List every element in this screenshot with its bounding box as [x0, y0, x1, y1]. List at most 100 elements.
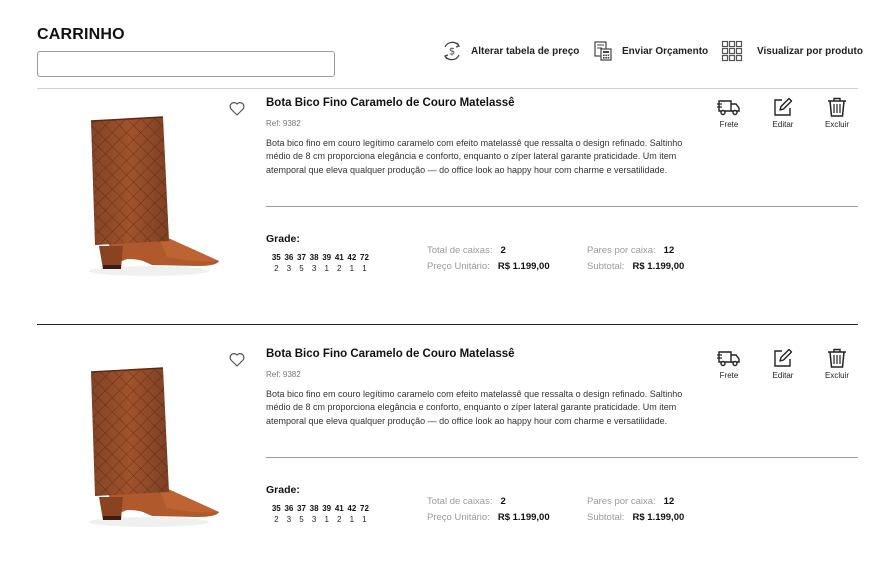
size-cell: 35	[271, 253, 281, 262]
size-cell: 41	[334, 253, 344, 262]
delete-button[interactable]: Excluir	[817, 97, 857, 129]
total-boxes-value: 2	[500, 496, 506, 507]
item-actions: Frete Editar Excluir	[709, 97, 858, 137]
change-price-table-label: Alterar tabela de preço	[471, 45, 580, 57]
product-description: Bota bico fino em couro legítimo caramel…	[266, 138, 683, 175]
delete-label: Excluir	[824, 120, 849, 129]
freight-label: Frete	[719, 371, 739, 380]
pairs-per-box: Pares por caixa: 12	[587, 245, 674, 256]
edit-button[interactable]: Editar	[763, 348, 803, 380]
grid-icon	[721, 40, 743, 62]
size-cell: 41	[334, 504, 344, 513]
size-cell: 39	[322, 253, 332, 262]
size-cell: 38	[309, 253, 319, 262]
view-by-product-label: Visualizar por produto	[757, 45, 863, 57]
grade-table: 35 36 37 38 39 41 42 72 2 3 5 3 1 2 1 1	[270, 252, 371, 274]
qty-cell: 3	[311, 515, 317, 524]
delete-label: Excluir	[824, 371, 849, 380]
heart-icon[interactable]	[229, 101, 245, 116]
cart-page: CARRINHO $ Alterar tabela de preço Envia…	[0, 0, 895, 571]
subtotal: Subtotal: R$ 1.199,00	[587, 261, 684, 272]
size-cell: 72	[360, 253, 369, 262]
product-image	[89, 367, 219, 527]
subtotal-label: Subtotal:	[587, 261, 625, 272]
subtotal: Subtotal: R$ 1.199,00	[587, 512, 684, 523]
edit-icon	[774, 348, 793, 367]
qty-cell: 1	[324, 264, 329, 273]
qty-cell: 3	[286, 515, 292, 524]
pairs-per-box-value: 12	[663, 245, 675, 256]
total-boxes-label: Total de caixas:	[427, 245, 493, 256]
product-name[interactable]: Bota Bico Fino Caramelo de Couro Matelas…	[266, 97, 515, 109]
edit-button[interactable]: Editar	[763, 97, 803, 129]
freight-button[interactable]: Frete	[709, 348, 749, 380]
view-by-product-button[interactable]: Visualizar por produto	[721, 38, 863, 64]
qty-cell: 5	[299, 264, 304, 273]
truck-icon	[717, 351, 740, 367]
qty-cell: 3	[286, 264, 292, 273]
total-boxes-value: 2	[500, 245, 506, 256]
cart-item: Bota Bico Fino Caramelo de Couro Matelas…	[37, 340, 858, 570]
item-divider	[37, 324, 858, 325]
size-cell: 36	[284, 253, 294, 262]
product-name[interactable]: Bota Bico Fino Caramelo de Couro Matelas…	[266, 348, 515, 360]
pairs-per-box-value: 12	[663, 496, 675, 507]
product-ref: Ref: 9382	[266, 119, 301, 128]
qty-cell: 1	[349, 264, 355, 273]
calculator-document-icon	[594, 41, 612, 61]
product-description: Bota bico fino em couro legítimo caramel…	[266, 389, 683, 426]
size-cell: 39	[322, 504, 332, 513]
size-cell: 42	[347, 253, 357, 262]
heart-icon[interactable]	[229, 352, 245, 367]
currency-refresh-icon: $	[443, 41, 461, 61]
edit-label: Editar	[772, 371, 794, 380]
grade-title: Grade:	[266, 484, 300, 496]
item-rule	[266, 206, 858, 207]
pairs-per-box-label: Pares por caixa:	[587, 496, 656, 507]
search-input[interactable]	[37, 51, 335, 77]
qty-cell: 2	[337, 264, 342, 273]
trash-icon	[828, 348, 846, 368]
send-quote-button[interactable]: Enviar Orçamento	[592, 38, 708, 64]
send-quote-label: Enviar Orçamento	[622, 45, 709, 57]
grade-quantities-row: 2 3 5 3 1 2 1 1	[270, 514, 371, 525]
product-image	[89, 116, 219, 276]
grade-quantities-row: 2 3 5 3 1 2 1 1	[270, 263, 371, 274]
page-title: CARRINHO	[37, 26, 125, 43]
freight-label: Frete	[719, 120, 739, 129]
qty-cell: 3	[311, 264, 317, 273]
unit-price: Preço Unitário: R$ 1.199,00	[427, 512, 550, 523]
qty-cell: 5	[299, 515, 304, 524]
pairs-per-box: Pares por caixa: 12	[587, 496, 674, 507]
size-cell: 42	[347, 504, 357, 513]
grade-sizes-row: 35 36 37 38 39 41 42 72	[270, 252, 371, 263]
item-rule	[266, 457, 858, 458]
size-cell: 37	[297, 253, 306, 262]
grade-table: 35 36 37 38 39 41 42 72 2 3 5 3 1 2 1 1	[270, 503, 371, 525]
subtotal-label: Subtotal:	[587, 512, 625, 523]
unit-price-label: Preço Unitário:	[427, 261, 490, 272]
edit-icon	[774, 97, 793, 116]
size-cell: 35	[271, 504, 281, 513]
size-cell: 72	[360, 504, 369, 513]
delete-button[interactable]: Excluir	[817, 348, 857, 380]
change-price-table-button[interactable]: $ Alterar tabela de preço	[441, 38, 579, 64]
unit-price-label: Preço Unitário:	[427, 512, 490, 523]
qty-cell: 2	[274, 515, 279, 524]
size-cell: 37	[297, 504, 306, 513]
grade-title: Grade:	[266, 233, 300, 245]
pairs-per-box-label: Pares por caixa:	[587, 245, 656, 256]
size-cell: 36	[284, 504, 294, 513]
freight-button[interactable]: Frete	[709, 97, 749, 129]
qty-cell: 2	[337, 515, 342, 524]
unit-price-value: R$ 1.199,00	[497, 261, 550, 272]
unit-price: Preço Unitário: R$ 1.199,00	[427, 261, 550, 272]
svg-text:$: $	[449, 47, 455, 58]
total-boxes-label: Total de caixas:	[427, 496, 493, 507]
cart-item: Bota Bico Fino Caramelo de Couro Matelas…	[37, 89, 858, 319]
size-cell: 38	[309, 504, 319, 513]
total-boxes: Total de caixas: 2	[427, 496, 506, 507]
qty-cell: 1	[349, 515, 355, 524]
unit-price-value: R$ 1.199,00	[497, 512, 550, 523]
edit-label: Editar	[772, 120, 794, 129]
